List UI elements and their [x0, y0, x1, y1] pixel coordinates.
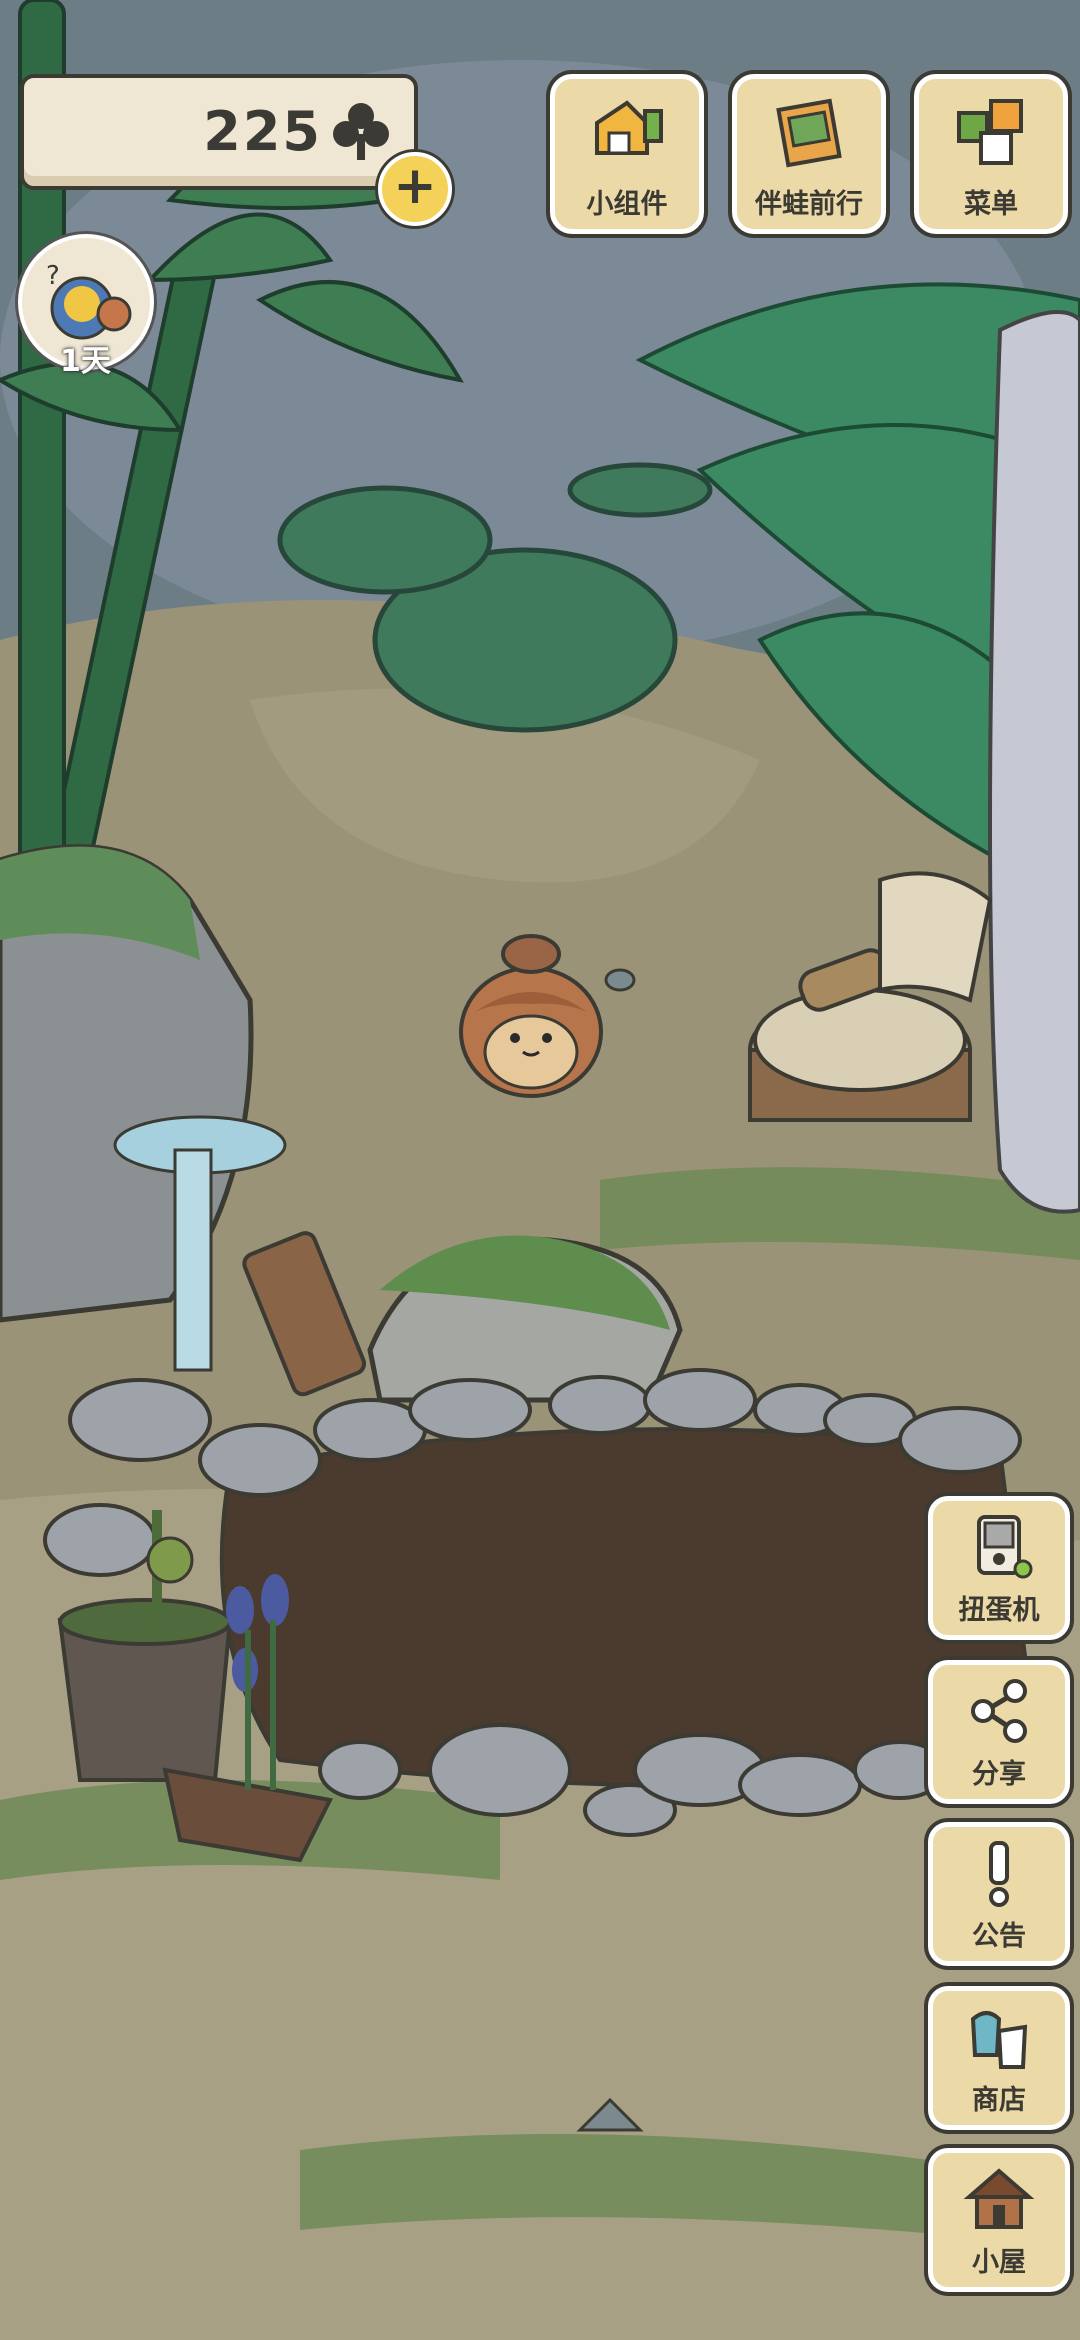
plus-icon: +: [393, 156, 437, 216]
notice-button[interactable]: 公告: [928, 1822, 1070, 1966]
menu-button[interactable]: 菜单: [914, 74, 1068, 234]
frog-character[interactable]: [455, 932, 607, 1100]
gacha-icon: [977, 1515, 1033, 1579]
days-label: 1天: [60, 344, 111, 379]
gacha-label: 扭蛋机: [958, 1595, 1040, 1626]
widget-label: 小组件: [586, 189, 668, 220]
house-label: 小屋: [972, 2247, 1026, 2278]
share-icon: [971, 1679, 1027, 1743]
shop-button[interactable]: 商店: [928, 1986, 1070, 2130]
clover-counter: 225: [20, 74, 418, 190]
share-button[interactable]: 分享: [928, 1660, 1070, 1804]
add-clover-button[interactable]: +: [378, 152, 452, 226]
clover-count: 225: [203, 100, 322, 163]
share-label: 分享: [972, 1759, 1026, 1790]
widget-button[interactable]: 小组件: [550, 74, 704, 234]
album-button[interactable]: 伴蛙前行: [732, 74, 886, 234]
shop-label: 商店: [972, 2085, 1026, 2116]
svg-text:?: ?: [46, 261, 60, 291]
album-icon: [776, 98, 842, 168]
widget-icon: [595, 100, 663, 155]
house-icon: [963, 2168, 1035, 2229]
garden-scene: [0, 0, 1080, 2340]
menu-label: 菜单: [964, 189, 1018, 220]
notice-icon: [989, 1841, 1009, 1907]
album-label: 伴蛙前行: [755, 189, 863, 220]
clover-icon: [333, 103, 389, 160]
gacha-button[interactable]: 扭蛋机: [928, 1496, 1070, 1640]
house-button[interactable]: 小屋: [928, 2148, 1070, 2292]
notice-label: 公告: [972, 1921, 1026, 1952]
shop-icon: [970, 2011, 1028, 2069]
menu-icon: [957, 99, 1023, 165]
